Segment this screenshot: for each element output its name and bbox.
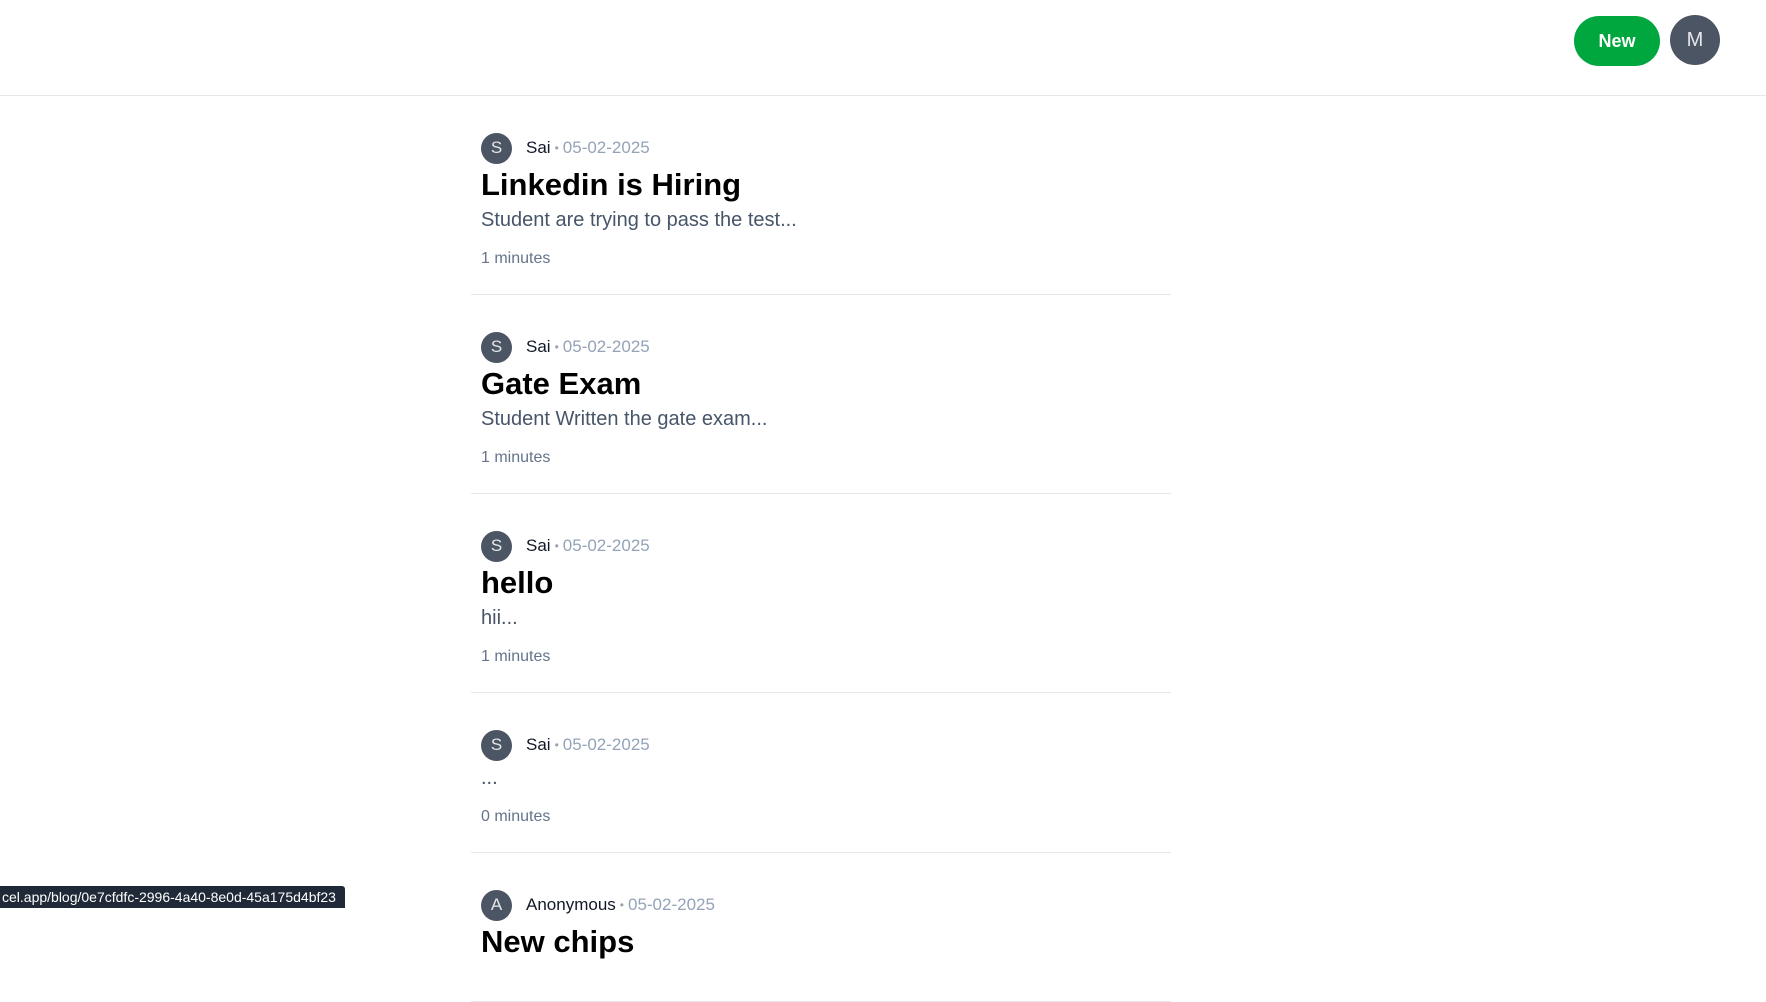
meta-separator: •: [555, 539, 559, 553]
author-avatar: S: [481, 531, 512, 562]
post-meta: S Sai • 05-02-2025: [481, 331, 1162, 363]
author-avatar: S: [481, 133, 512, 164]
post-date: 05-02-2025: [628, 895, 715, 915]
post-excerpt: hii...: [481, 605, 1162, 631]
blog-card[interactable]: S Sai • 05-02-2025 Gate Exam Student Wri…: [471, 295, 1171, 494]
read-time: 1 minutes: [481, 448, 1162, 468]
blog-card[interactable]: S Sai • 05-02-2025 Linkedin is Hiring St…: [471, 96, 1171, 295]
post-title: hello: [481, 565, 1162, 601]
new-post-button[interactable]: New: [1574, 16, 1660, 66]
post-meta: S Sai • 05-02-2025: [481, 729, 1162, 761]
meta-separator: •: [555, 340, 559, 354]
status-bar-url: cel.app/blog/0e7cfdfc-2996-4a40-8e0d-45a…: [0, 886, 345, 908]
blog-feed: S Sai • 05-02-2025 Linkedin is Hiring St…: [471, 96, 1171, 1002]
read-time: 0 minutes: [481, 807, 1162, 827]
post-title: Gate Exam: [481, 366, 1162, 402]
post-excerpt: ...: [481, 765, 1162, 791]
meta-separator: •: [555, 141, 559, 155]
post-date: 05-02-2025: [563, 337, 650, 357]
post-date: 05-02-2025: [563, 138, 650, 158]
post-date: 05-02-2025: [563, 735, 650, 755]
author-avatar: S: [481, 332, 512, 363]
author-name: Sai: [526, 138, 551, 158]
author-name: Anonymous: [526, 895, 616, 915]
top-navbar: New M: [0, 0, 1766, 96]
post-title: Linkedin is Hiring: [481, 167, 1162, 203]
post-title: New chips: [481, 924, 1162, 960]
read-time: 1 minutes: [481, 647, 1162, 667]
read-time: 1 minutes: [481, 249, 1162, 269]
post-meta: S Sai • 05-02-2025: [481, 132, 1162, 164]
post-excerpt: Student are trying to pass the test...: [481, 207, 1162, 233]
post-date: 05-02-2025: [563, 536, 650, 556]
meta-separator: •: [555, 738, 559, 752]
author-name: Sai: [526, 337, 551, 357]
author-avatar: S: [481, 730, 512, 761]
author-avatar: A: [481, 890, 512, 921]
meta-separator: •: [620, 898, 624, 912]
author-name: Sai: [526, 735, 551, 755]
user-avatar[interactable]: M: [1670, 15, 1720, 65]
blog-card[interactable]: A Anonymous • 05-02-2025 New chips: [471, 853, 1171, 1002]
author-name: Sai: [526, 536, 551, 556]
post-meta: A Anonymous • 05-02-2025: [481, 889, 1162, 921]
post-meta: S Sai • 05-02-2025: [481, 530, 1162, 562]
blog-card[interactable]: S Sai • 05-02-2025 hello hii... 1 minute…: [471, 494, 1171, 693]
post-excerpt: Student Written the gate exam...: [481, 406, 1162, 432]
blog-card[interactable]: S Sai • 05-02-2025 ... 0 minutes: [471, 693, 1171, 853]
